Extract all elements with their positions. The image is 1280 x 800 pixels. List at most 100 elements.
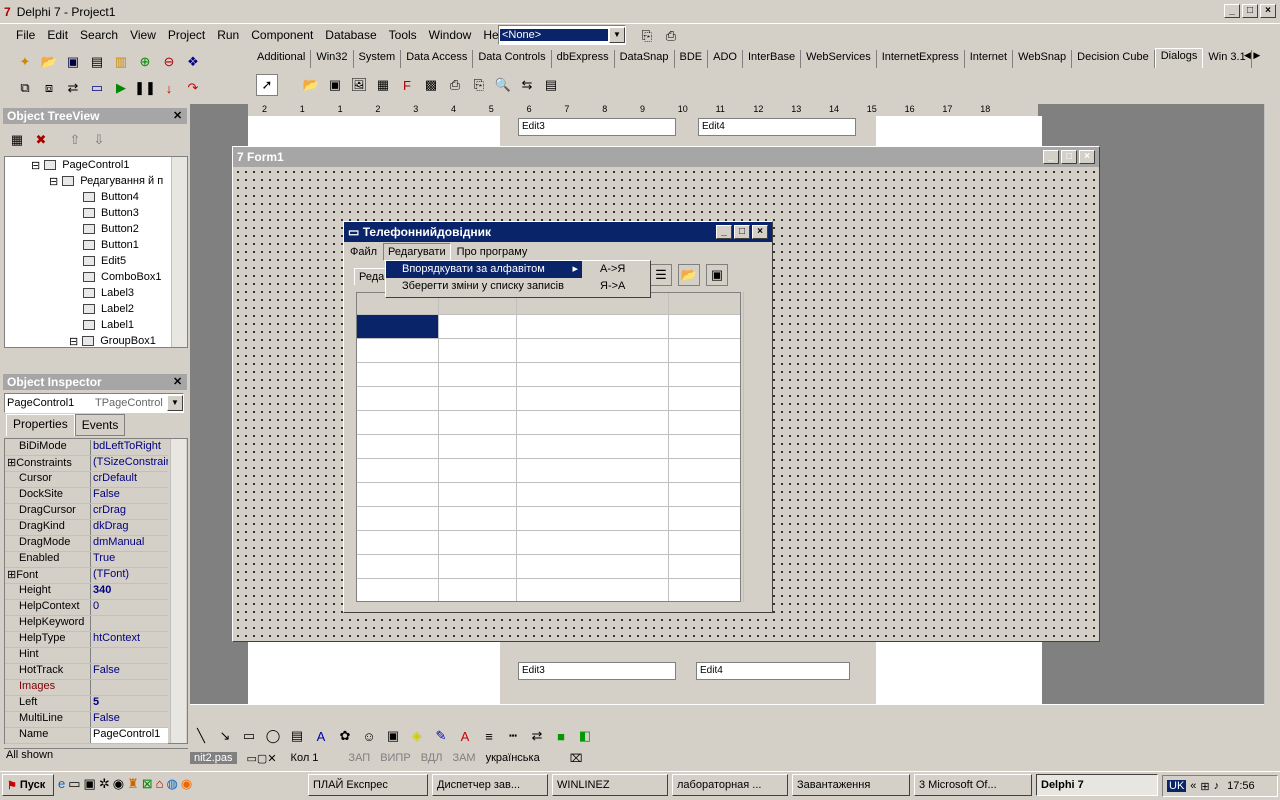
property-row[interactable]: HelpKeyword <box>5 616 168 632</box>
editor-tab[interactable]: nit2.pas <box>190 752 237 764</box>
property-row[interactable]: MultiLine False <box>5 712 168 728</box>
new-form-icon[interactable]: ▭ <box>86 77 108 99</box>
view-unit-icon[interactable]: ⧉ <box>14 77 36 99</box>
desktop-combo[interactable]: <None> ▼ <box>498 25 626 45</box>
tab-decision-cube[interactable]: Decision Cube <box>1072 50 1155 68</box>
grid-cell[interactable] <box>517 531 669 555</box>
menu-about[interactable]: Про програму <box>451 246 534 258</box>
grid-cell[interactable] <box>439 339 517 363</box>
tab-data-controls[interactable]: Data Controls <box>473 50 552 68</box>
grid-cell[interactable] <box>439 483 517 507</box>
menu-view[interactable]: View <box>124 28 162 42</box>
tab-properties[interactable]: Properties <box>6 414 75 436</box>
minimize-button[interactable]: _ <box>716 225 732 239</box>
grid-cell[interactable] <box>357 339 439 363</box>
rectangle-icon[interactable]: ▭ <box>238 725 260 747</box>
tree-node[interactable]: ⊟ PageControl1 <box>5 157 187 173</box>
save-dialog-icon[interactable]: ▣ <box>324 74 346 96</box>
grid-cell[interactable] <box>517 363 669 387</box>
save-all-icon[interactable]: ▤ <box>86 51 108 73</box>
font-color-icon[interactable]: A <box>454 725 476 747</box>
grid-cell[interactable] <box>439 411 517 435</box>
replace-dialog-icon[interactable]: ⇆ <box>516 74 538 96</box>
menu-database[interactable]: Database <box>319 28 382 42</box>
property-value[interactable] <box>91 648 168 663</box>
grid-cell[interactable] <box>357 435 439 459</box>
open-icon[interactable]: 📂 <box>38 51 60 73</box>
tree-node[interactable]: ComboBox1 <box>5 269 187 285</box>
property-value[interactable]: 5 <box>91 696 168 711</box>
pointer-icon[interactable]: ➚ <box>256 74 278 96</box>
open-folder-icon[interactable]: 📂 <box>678 264 700 286</box>
treeview-scrollbar[interactable] <box>171 157 187 347</box>
add-to-project-icon[interactable]: ⊕ <box>134 51 156 73</box>
tree-node[interactable]: Label2 <box>5 301 187 317</box>
task-delphi[interactable]: Delphi 7 <box>1036 774 1158 796</box>
menu-edit[interactable]: Edit <box>41 28 74 42</box>
tab-data-access[interactable]: Data Access <box>401 50 474 68</box>
grid-cell[interactable] <box>439 435 517 459</box>
grid-cell[interactable] <box>517 411 669 435</box>
font-dialog-icon[interactable]: F <box>396 74 418 96</box>
grid-cell[interactable] <box>669 315 740 339</box>
grid-cell[interactable] <box>357 315 439 339</box>
floppy-save-icon[interactable]: ▣ <box>706 264 728 286</box>
designer-vertical-scrollbar[interactable] <box>1264 104 1280 704</box>
access-icon[interactable]: ⌂ <box>156 776 164 792</box>
grid-cell[interactable] <box>439 531 517 555</box>
grid-cell[interactable] <box>517 387 669 411</box>
grid-cell[interactable] <box>439 579 517 601</box>
menu-item-sort-za[interactable]: Я->А <box>592 278 650 295</box>
3d-icon[interactable]: ◧ <box>574 725 596 747</box>
menu-item-sort-az[interactable]: А->Я <box>592 261 650 278</box>
menu-project[interactable]: Project <box>162 28 211 42</box>
outlook-icon[interactable]: ◍ <box>167 776 178 792</box>
open-picture-dialog-icon[interactable]: 🖼 <box>348 74 370 96</box>
tree-node[interactable]: ⊟ Редагування й п <box>5 173 187 189</box>
tree-node[interactable]: Button1 <box>5 237 187 253</box>
property-row[interactable]: Height 340 <box>5 584 168 600</box>
property-row[interactable]: HelpContext 0 <box>5 600 168 616</box>
tool-icon[interactable]: ✲ <box>99 776 110 792</box>
tab-webservices[interactable]: WebServices <box>801 50 877 68</box>
grid-cell[interactable] <box>517 579 669 601</box>
grid-cell[interactable] <box>439 507 517 531</box>
grid-cell[interactable] <box>517 483 669 507</box>
firefox-icon[interactable]: ◉ <box>181 776 192 792</box>
menu-file-ua[interactable]: Файл <box>344 246 383 258</box>
grid-cell[interactable] <box>357 483 439 507</box>
inspector-object-combo[interactable]: PageControl1 TPageControl ▼ <box>4 393 184 413</box>
printer-setup-dialog-icon[interactable]: ⎘ <box>468 74 490 96</box>
maximize-button[interactable]: □ <box>1061 150 1077 164</box>
palette-scroll-arrows[interactable]: ◀ ▶ <box>1244 50 1260 61</box>
designer-edit4[interactable]: Edit4 <box>698 118 856 136</box>
task-ms-office[interactable]: 3 Microsoft Of... <box>914 774 1032 796</box>
designer-edit3[interactable]: Edit3 <box>518 118 676 136</box>
property-value[interactable] <box>91 680 168 695</box>
arrow-icon[interactable]: ↘ <box>214 725 236 747</box>
language-indicator[interactable]: UK <box>1167 780 1187 792</box>
menu-item-sort[interactable]: Впорядкувати за алфавітом ▸ <box>386 261 582 278</box>
open-project-icon[interactable]: ▥ <box>110 51 132 73</box>
property-value[interactable]: dmManual <box>91 536 168 551</box>
volume-icon[interactable]: ♪ <box>1214 780 1220 792</box>
tree-node[interactable]: ⊟ GroupBox1 <box>5 333 187 347</box>
textbox-icon[interactable]: ▤ <box>286 725 308 747</box>
help-icon[interactable]: ❖ <box>182 51 204 73</box>
grid-cell[interactable] <box>669 459 740 483</box>
tab-websnap[interactable]: WebSnap <box>1013 50 1073 68</box>
grid-cell[interactable] <box>517 555 669 579</box>
grid-header-cell[interactable] <box>669 293 740 315</box>
property-value[interactable]: False <box>91 664 168 679</box>
property-value[interactable]: crDefault <box>91 472 168 487</box>
diagram-icon[interactable]: ✿ <box>334 725 356 747</box>
property-value[interactable]: (TFont) <box>91 568 168 583</box>
list-icon[interactable]: ☰ <box>650 264 672 286</box>
chevron-down-icon[interactable]: ▼ <box>167 395 183 411</box>
grid-cell[interactable] <box>439 315 517 339</box>
inspector-scrollbar[interactable] <box>170 439 186 743</box>
property-row[interactable]: Images <box>5 680 168 696</box>
wordart-icon[interactable]: A <box>310 725 332 747</box>
property-value[interactable]: 0 <box>91 600 168 615</box>
maximize-button[interactable]: □ <box>1242 4 1258 18</box>
